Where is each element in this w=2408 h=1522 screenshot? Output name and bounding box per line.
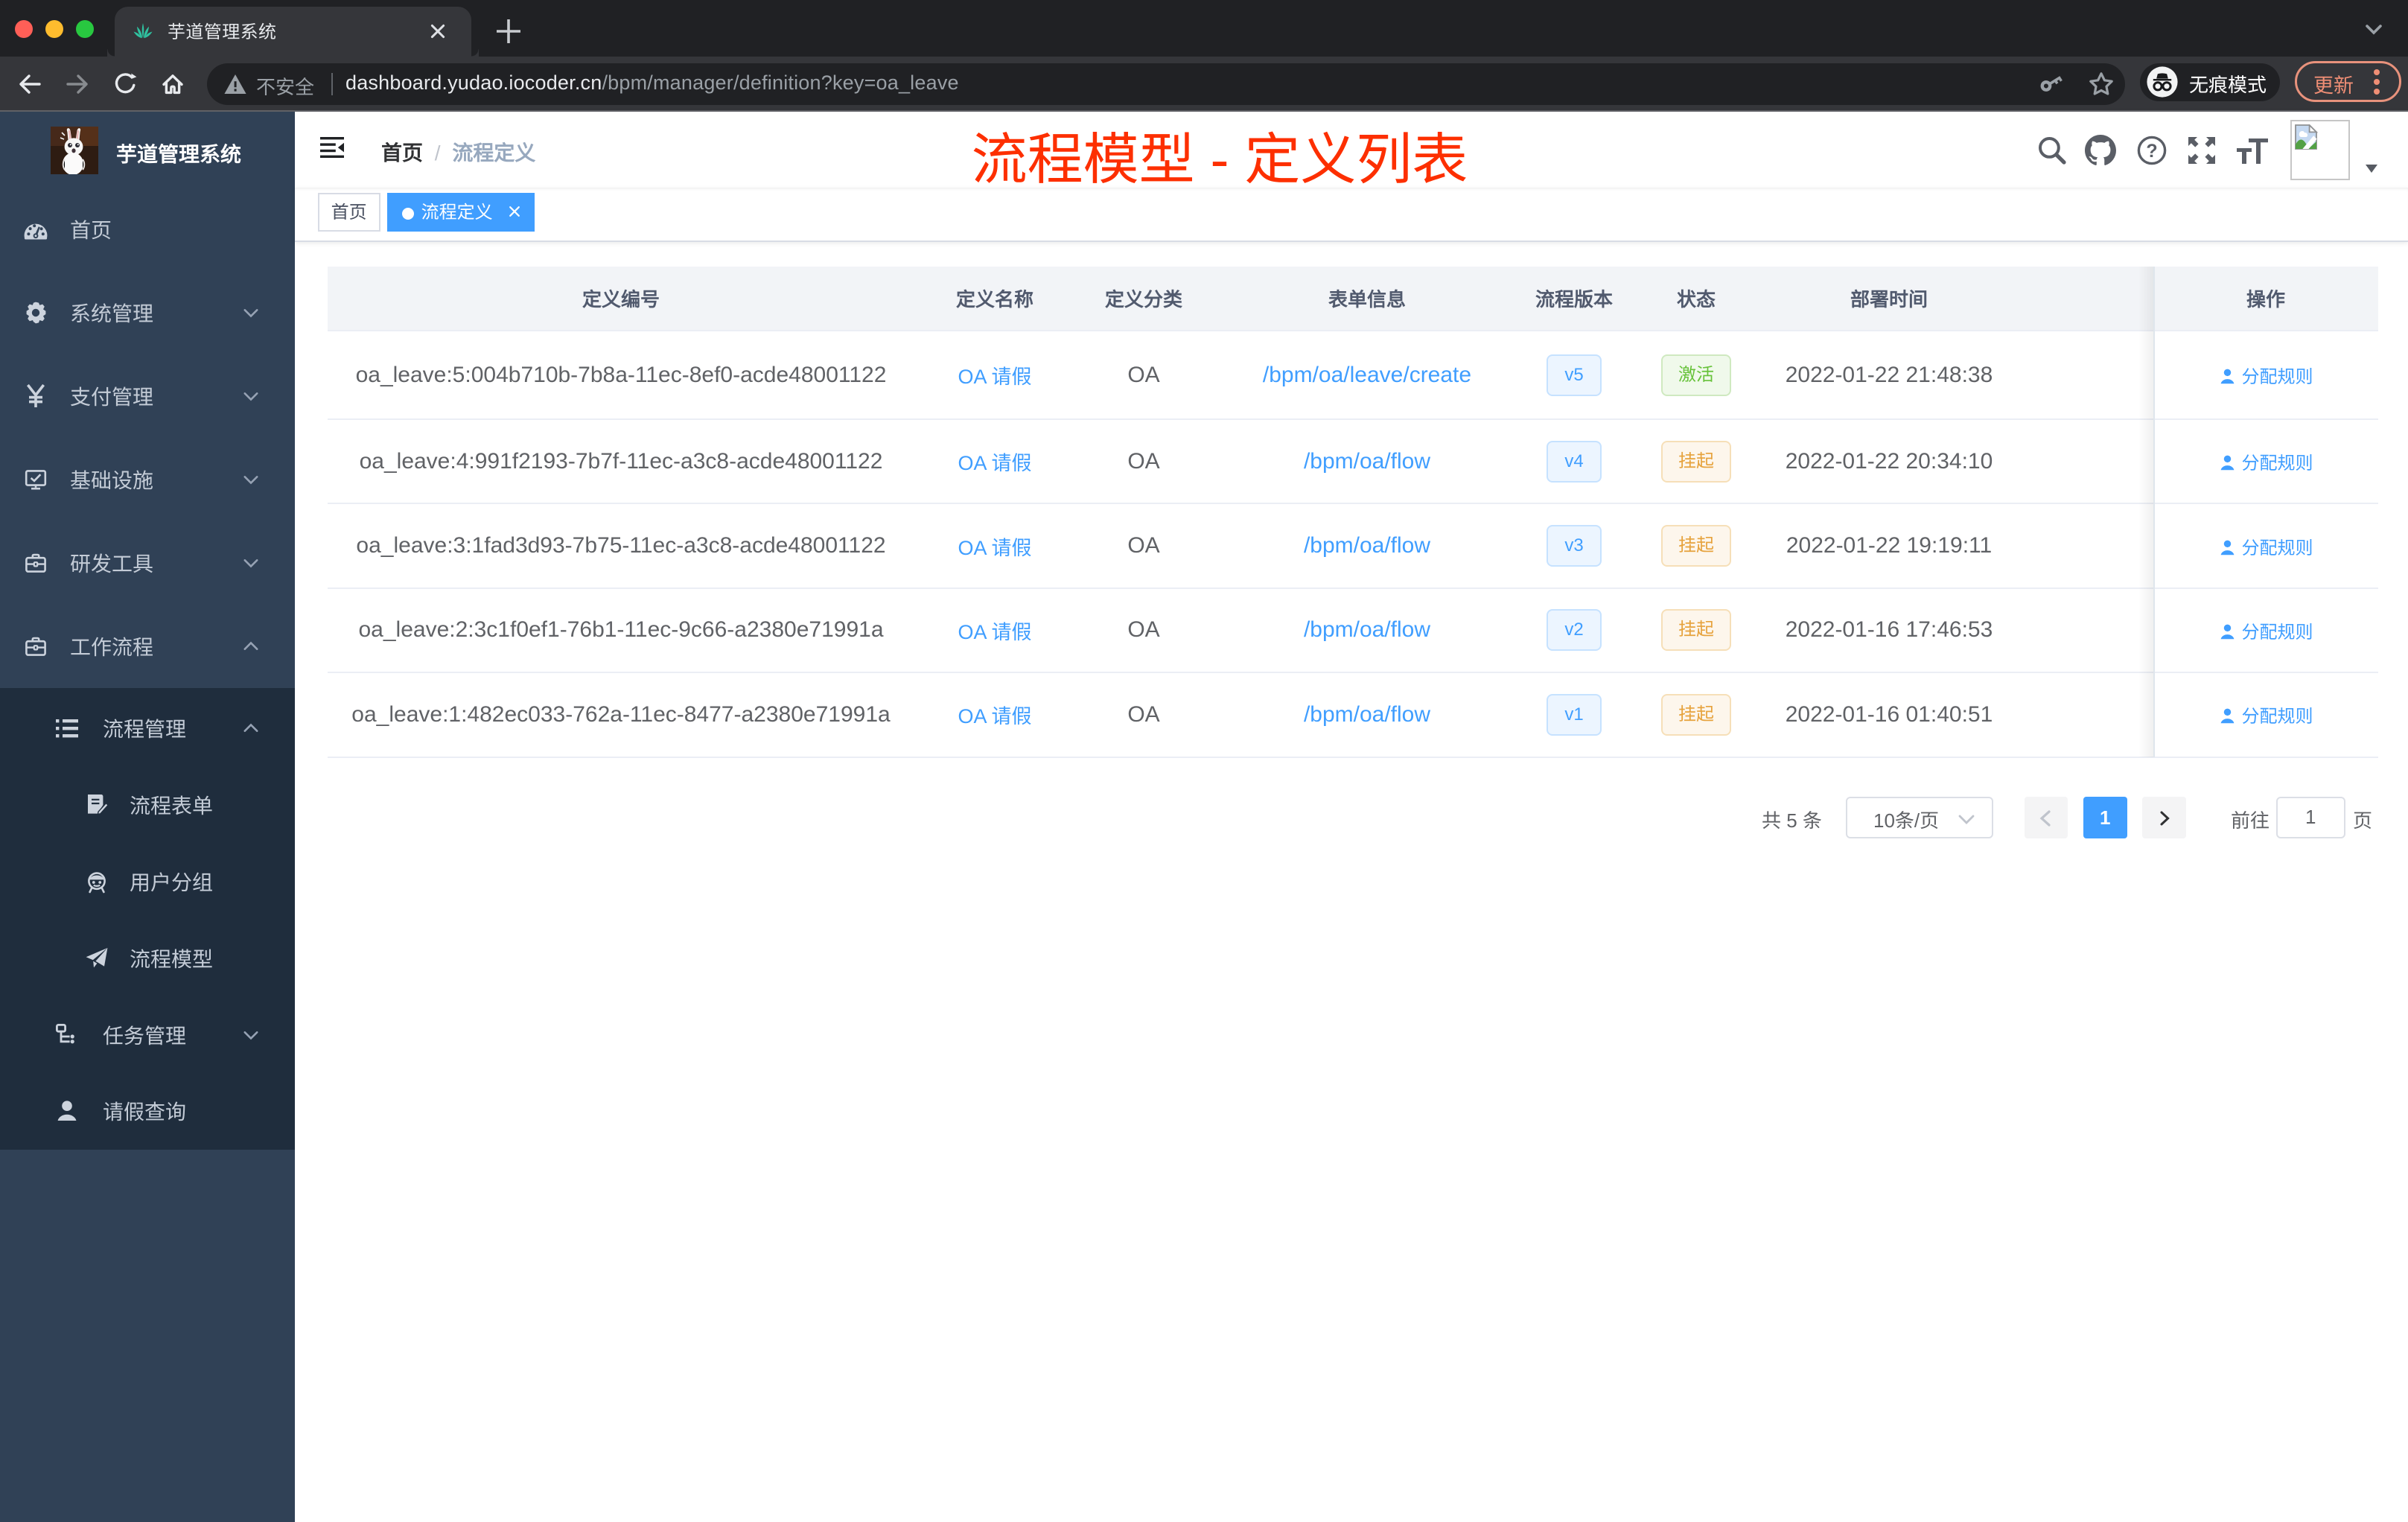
- svg-text:?: ?: [2146, 141, 2157, 162]
